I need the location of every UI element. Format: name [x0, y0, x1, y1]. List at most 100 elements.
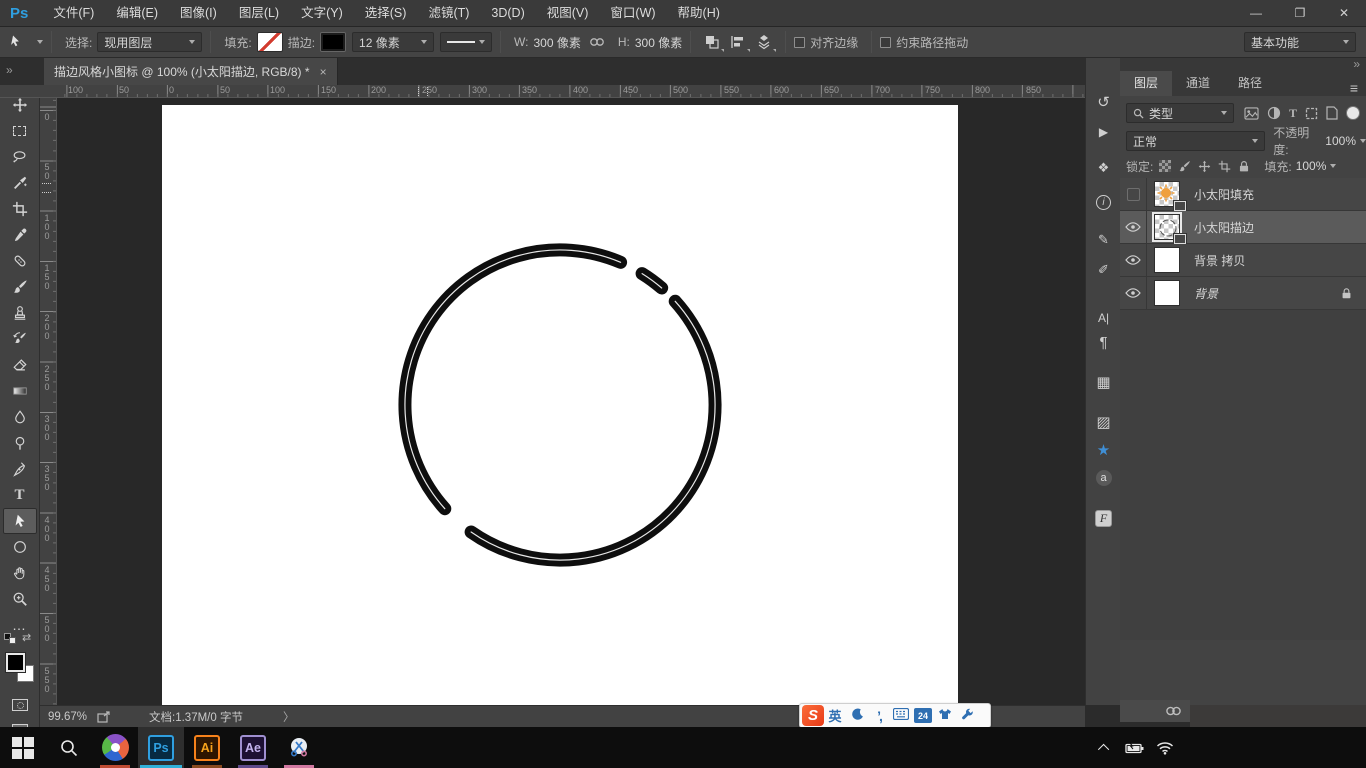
menu-help[interactable]: 帮助(H): [667, 0, 731, 27]
menu-type[interactable]: 文字(Y): [290, 0, 354, 27]
minimize-button[interactable]: —: [1234, 0, 1278, 27]
filter-pixel-layers-icon[interactable]: [1244, 107, 1259, 120]
select-mode-dropdown[interactable]: 现用图层: [97, 32, 202, 52]
link-dimensions-icon[interactable]: [589, 35, 605, 49]
stroke-swatch[interactable]: [320, 32, 346, 52]
align-edges-checkbox[interactable]: [794, 37, 805, 48]
menu-file[interactable]: 文件(F): [42, 0, 105, 27]
pen-tool[interactable]: [3, 456, 37, 482]
ime-fullhalf-moon-icon[interactable]: [846, 708, 868, 724]
filter-shape-layers-icon[interactable]: [1305, 107, 1318, 120]
brush-presets-panel-icon[interactable]: ✎: [1086, 228, 1121, 252]
lock-pixels-icon[interactable]: [1178, 160, 1191, 173]
visibility-toggle[interactable]: [1120, 244, 1147, 277]
gradient-tool[interactable]: [3, 378, 37, 404]
spot-healing-brush-tool[interactable]: [3, 248, 37, 274]
favorites-panel-icon[interactable]: ★: [1086, 438, 1121, 462]
crop-tool[interactable]: [3, 196, 37, 222]
horizontal-ruler[interactable]: 100 50 0 50 100 150 200 250 300 350 400 …: [57, 85, 1085, 98]
ruler-origin-corner[interactable]: [0, 85, 57, 98]
pattern-panel-icon[interactable]: ▦: [1086, 370, 1121, 394]
libraries-panel-icon[interactable]: ▨: [1086, 410, 1121, 434]
styles-panel-icon[interactable]: F: [1086, 506, 1121, 530]
status-expand-icon[interactable]: 〉: [283, 709, 295, 725]
visibility-toggle[interactable]: [1120, 178, 1147, 211]
paragraph-panel-icon[interactable]: ¶: [1086, 330, 1121, 354]
ime-punctuation-toggle[interactable]: ’,: [868, 708, 890, 724]
menu-layer[interactable]: 图层(L): [228, 0, 290, 27]
menu-window[interactable]: 窗口(W): [599, 0, 666, 27]
path-selection-tool[interactable]: [3, 508, 37, 534]
taskbar-snip-tool-button[interactable]: [276, 727, 322, 768]
menu-3d[interactable]: 3D(D): [480, 0, 535, 27]
filter-smart-objects-icon[interactable]: [1326, 106, 1338, 120]
tray-battery-button[interactable]: [1120, 727, 1150, 768]
lock-all-icon[interactable]: [1238, 160, 1250, 173]
layer-list-empty-area[interactable]: [1120, 310, 1366, 640]
align-edges-option[interactable]: 对齐边缘: [794, 34, 863, 51]
brush-tool[interactable]: [3, 274, 37, 300]
ime-calendar-button[interactable]: 24: [912, 708, 934, 723]
layer-row-sun-stroke[interactable]: 小太阳描边: [1120, 211, 1366, 244]
tab-close-icon[interactable]: ×: [320, 65, 327, 79]
lock-transparency-icon[interactable]: [1159, 160, 1171, 172]
eyedropper-tool[interactable]: [3, 222, 37, 248]
height-value[interactable]: 300 像素: [635, 34, 682, 51]
close-button[interactable]: ✕: [1322, 0, 1366, 27]
constrain-path-option[interactable]: 约束路径拖动: [880, 34, 973, 51]
link-layers-icon[interactable]: [1165, 705, 1182, 717]
zoom-level[interactable]: 99.67%: [48, 711, 87, 723]
tray-chevron-button[interactable]: [1090, 727, 1120, 768]
taskbar-aftereffects-button[interactable]: Ae: [230, 727, 276, 768]
tab-channels[interactable]: 通道: [1172, 71, 1224, 96]
filter-type-layers-icon[interactable]: T: [1289, 106, 1297, 121]
lock-artboard-icon[interactable]: [1218, 160, 1231, 173]
character-panel-icon[interactable]: A|: [1086, 306, 1121, 330]
rectangular-marquee-tool[interactable]: [3, 118, 37, 144]
lock-position-icon[interactable]: [1198, 160, 1211, 173]
visibility-toggle[interactable]: [1120, 211, 1147, 244]
ime-settings-button[interactable]: [956, 708, 978, 724]
info-panel-icon[interactable]: i: [1086, 190, 1121, 214]
actions-panel-icon[interactable]: ▶: [1086, 120, 1121, 144]
document-canvas[interactable]: [162, 105, 958, 705]
workspace-dropdown[interactable]: 基本功能: [1244, 32, 1356, 52]
width-value[interactable]: 300 像素: [533, 34, 580, 51]
tab-layers[interactable]: 图层: [1120, 71, 1172, 96]
history-brush-tool[interactable]: [3, 326, 37, 352]
sogou-logo-icon[interactable]: S: [802, 705, 824, 726]
stroke-width-dropdown[interactable]: 12 像素: [352, 32, 434, 52]
vertical-ruler[interactable]: 0 50 100 150 200 250 300 350 400 450 500…: [40, 98, 57, 705]
layer-thumbnail[interactable]: [1154, 180, 1182, 208]
tab-paths[interactable]: 路径: [1224, 71, 1276, 96]
quick-selection-tool[interactable]: [3, 170, 37, 196]
menu-select[interactable]: 选择(S): [354, 0, 418, 27]
document-tab[interactable]: 描边风格小图标 @ 100% (小太阳描边, RGB/8) * ×: [44, 58, 338, 85]
taskbar-search-button[interactable]: [46, 727, 92, 768]
default-colors-button[interactable]: [4, 633, 18, 645]
foreground-color-swatch[interactable]: [6, 653, 25, 672]
panel-menu-icon[interactable]: ≡: [1350, 80, 1358, 96]
layer-row-sun-fill[interactable]: 小太阳填充: [1120, 178, 1366, 211]
taskbar-illustrator-button[interactable]: Ai: [184, 727, 230, 768]
clone-source-panel-icon[interactable]: ❖: [1086, 156, 1121, 180]
menu-view[interactable]: 视图(V): [536, 0, 600, 27]
stock-panel-icon[interactable]: a: [1086, 466, 1121, 490]
zoom-tool[interactable]: [3, 586, 37, 612]
stroke-style-dropdown[interactable]: [440, 32, 492, 52]
menu-filter[interactable]: 滤镜(T): [417, 0, 480, 27]
restore-button[interactable]: ❐: [1278, 0, 1322, 27]
swap-colors-button[interactable]: ⇄: [22, 631, 31, 644]
path-arrangement-button[interactable]: [751, 31, 777, 53]
visibility-toggle[interactable]: [1120, 277, 1147, 310]
layer-row-background-copy[interactable]: 背景 拷贝: [1120, 244, 1366, 277]
ime-language-toggle[interactable]: 英: [824, 706, 846, 725]
fill-value[interactable]: 100%: [1296, 159, 1327, 173]
menu-edit[interactable]: 编辑(E): [105, 0, 169, 27]
brush-settings-panel-icon[interactable]: ✐: [1086, 258, 1121, 282]
blend-mode-dropdown[interactable]: 正常: [1126, 131, 1265, 151]
dodge-tool[interactable]: [3, 430, 37, 456]
constrain-path-checkbox[interactable]: [880, 37, 891, 48]
tool-preset-caret-icon[interactable]: [37, 40, 43, 44]
path-alignment-button[interactable]: [725, 31, 751, 53]
